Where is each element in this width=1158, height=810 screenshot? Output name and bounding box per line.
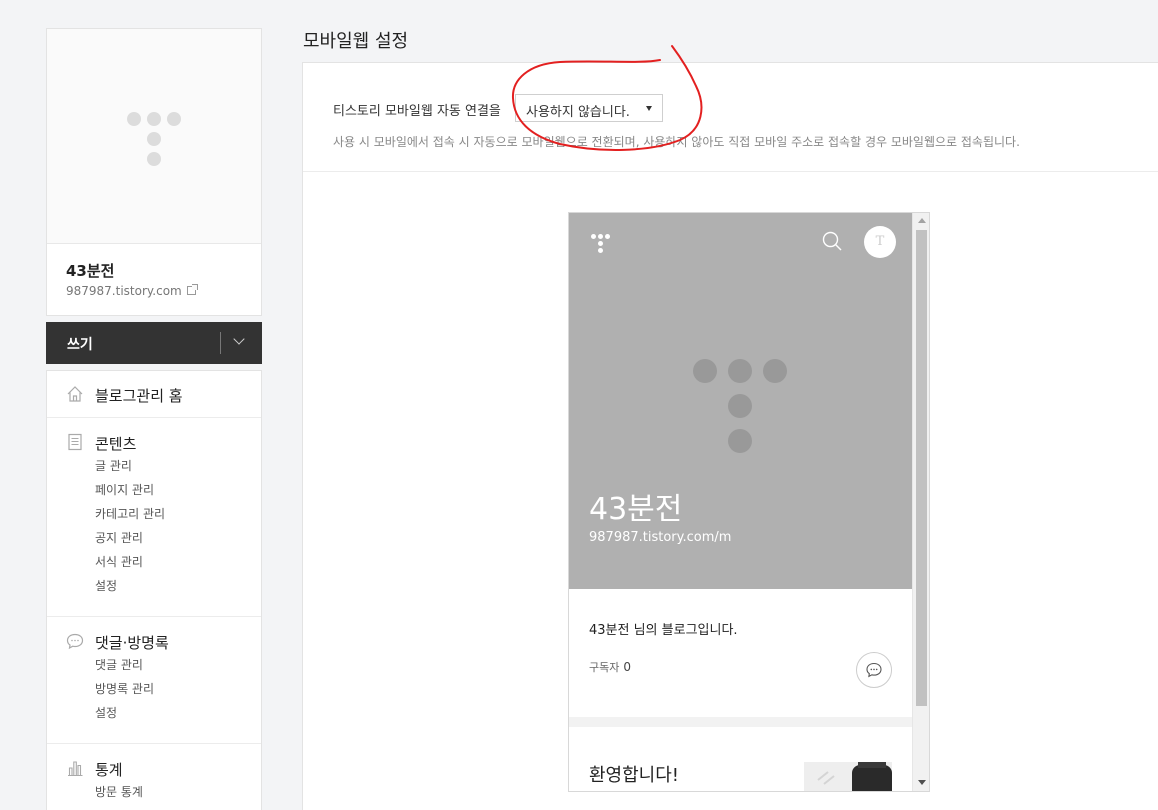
speech-bubble-icon <box>66 633 84 650</box>
tistory-logo-dot <box>598 234 603 239</box>
blog-url-link[interactable]: 987987.tistory.com <box>66 284 198 298</box>
panel-divider <box>303 171 1158 172</box>
sidebar-subitem-categories[interactable]: 카테고리 관리 <box>95 502 261 526</box>
auto-connect-select-value[interactable]: 사용하지 않습니다. <box>526 105 630 120</box>
write-bar: 쓰기 <box>46 322 262 364</box>
external-link-icon[interactable] <box>186 284 198 295</box>
menu-section-stats: 통계 방문 통계 <box>47 744 261 810</box>
sidebar-item-content[interactable]: 콘텐츠 <box>47 430 261 454</box>
menu-section-content: 콘텐츠 글 관리 페이지 관리 카테고리 관리 공지 관리 서식 관리 설정 <box>47 418 261 617</box>
tistory-logo-dot <box>591 234 596 239</box>
scroll-up-arrow-icon[interactable] <box>918 218 926 223</box>
auto-connect-select[interactable]: 사용하지 않습니다. <box>515 94 663 122</box>
sidebar-subitem-comment-settings[interactable]: 설정 <box>95 701 261 725</box>
sidebar-item-label[interactable]: 블로그관리 홈 <box>95 385 183 406</box>
hero-logo-dot <box>693 359 717 383</box>
subscriber-number: 0 <box>623 660 632 674</box>
sidebar-subitem-comments[interactable]: 댓글 관리 <box>95 653 261 677</box>
hero-logo-dot <box>728 394 752 418</box>
chevron-down-icon[interactable] <box>233 333 245 345</box>
scroll-down-arrow-icon[interactable] <box>918 780 926 785</box>
write-divider <box>220 332 221 354</box>
preview-blog-url[interactable]: 987987.tistory.com/m <box>589 530 731 545</box>
blog-thumbnail[interactable] <box>47 29 261 244</box>
hero-logo-dot <box>763 359 787 383</box>
sidebar-subitem-content-settings[interactable]: 설정 <box>95 574 261 598</box>
caret-down-icon[interactable] <box>646 106 652 111</box>
logo-dot <box>167 112 181 126</box>
profile-avatar[interactable]: T <box>864 226 896 258</box>
preview-welcome-post[interactable]: 환영합니다! <box>569 727 912 791</box>
welcome-post-title[interactable]: 환영합니다! <box>589 761 679 787</box>
sidebar-subitem-pages[interactable]: 페이지 관리 <box>95 478 261 502</box>
blog-url[interactable]: 987987.tistory.com <box>66 284 182 298</box>
write-button[interactable]: 쓰기 <box>67 334 93 354</box>
hero-logo-dot <box>728 429 752 453</box>
sidebar-menu: 블로그관리 홈 콘텐츠 글 관리 페이지 관리 카테고리 관리 공지 관리 서식… <box>46 370 262 810</box>
preview-intro-text: 43분전 님의 블로그입니다. <box>589 623 738 638</box>
speech-bubble-icon <box>866 662 882 678</box>
welcome-post-thumbnail[interactable] <box>804 762 892 791</box>
logo-dot <box>147 112 161 126</box>
sidebar-subitem-notices[interactable]: 공지 관리 <box>95 526 261 550</box>
logo-dot <box>147 132 161 146</box>
sidebar-subitem-guestbook[interactable]: 방명록 관리 <box>95 677 261 701</box>
sidebar-item-stats[interactable]: 통계 <box>47 756 261 780</box>
tistory-logo-dot <box>605 234 610 239</box>
search-icon[interactable] <box>822 231 842 251</box>
blog-name[interactable]: 43분전 <box>66 260 114 281</box>
sidebar-item-label[interactable]: 콘텐츠 <box>95 433 136 454</box>
page-title: 모바일웹 설정 <box>303 31 409 52</box>
blog-card: 43분전 987987.tistory.com <box>46 28 262 316</box>
menu-section-home: 블로그관리 홈 <box>47 371 261 418</box>
menu-section-comments: 댓글·방명록 댓글 관리 방명록 관리 설정 <box>47 617 261 744</box>
logo-dot <box>127 112 141 126</box>
mobile-preview: T 43분전 987987.tistory.com/m 43분전 님의 블로그입… <box>568 212 930 792</box>
home-icon <box>67 386 83 402</box>
preview-intro: 43분전 님의 블로그입니다. 구독자 0 <box>569 589 912 717</box>
scroll-thumb[interactable] <box>916 230 927 706</box>
logo-dot <box>147 152 161 166</box>
sidebar-subitem-templates[interactable]: 서식 관리 <box>95 550 261 574</box>
guestbook-button[interactable] <box>856 652 892 688</box>
bar-chart-icon <box>68 761 83 777</box>
tistory-logo-dot <box>598 241 603 246</box>
sidebar-subitem-visit-stats[interactable]: 방문 통계 <box>95 780 261 804</box>
preview-hero: T 43분전 987987.tistory.com/m <box>569 213 912 589</box>
hero-logo-dot <box>728 359 752 383</box>
sidebar-item-comments[interactable]: 댓글·방명록 <box>47 629 261 653</box>
sidebar-item-home[interactable]: 블로그관리 홈 <box>47 382 261 406</box>
sidebar-subitem-posts[interactable]: 글 관리 <box>95 454 261 478</box>
subscriber-count: 구독자 0 <box>589 659 631 675</box>
coffee-photo-icon <box>804 762 892 791</box>
sidebar-item-label[interactable]: 통계 <box>95 759 123 780</box>
tistory-logo-dot <box>598 248 603 253</box>
auto-connect-description: 사용 시 모바일에서 접속 시 자동으로 모바일웹으로 전환되며, 사용하지 않… <box>333 135 1020 149</box>
auto-connect-label: 티스토리 모바일웹 자동 연결을 <box>333 104 501 119</box>
subscriber-label: 구독자 <box>589 661 620 674</box>
document-icon <box>68 433 82 451</box>
preview-blog-title[interactable]: 43분전 <box>589 484 682 528</box>
sidebar-item-label[interactable]: 댓글·방명록 <box>95 632 169 653</box>
preview-scrollbar[interactable] <box>912 213 929 791</box>
